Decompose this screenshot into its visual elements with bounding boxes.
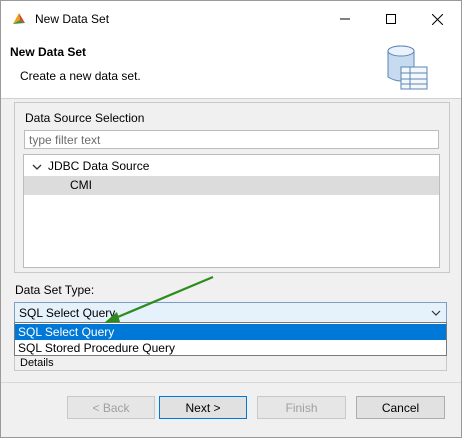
data-set-type-select[interactable]: SQL Select Query	[14, 302, 447, 323]
title-bar: New Data Set	[1, 1, 461, 37]
back-button[interactable]: < Back	[67, 396, 155, 419]
banner-title: New Data Set	[10, 45, 87, 59]
tree-item-cmi[interactable]: CMI	[24, 176, 439, 195]
close-button[interactable]	[414, 1, 460, 37]
chevron-down-icon	[431, 310, 441, 316]
details-label: Details	[20, 357, 54, 369]
maximize-icon	[386, 14, 396, 24]
next-button[interactable]: Next >	[159, 396, 247, 419]
banner-description: Create a new data set.	[20, 69, 141, 83]
minimize-button[interactable]	[322, 1, 368, 37]
tree-item-label: JDBC Data Source	[48, 159, 150, 173]
tree-item-jdbc-data-source[interactable]: JDBC Data Source	[24, 157, 439, 176]
window-title: New Data Set	[35, 12, 110, 26]
chevron-down-icon[interactable]	[32, 162, 42, 172]
cancel-button[interactable]: Cancel	[356, 396, 445, 419]
new-data-set-dialog: New Data Set New Data Set Create a new d…	[0, 0, 462, 438]
data-set-type-value: SQL Select Query	[19, 306, 116, 320]
wizard-banner: New Data Set Create a new data set.	[1, 37, 461, 99]
minimize-icon	[340, 18, 350, 20]
data-set-type-dropdown-list: SQL Select Query SQL Stored Procedure Qu…	[14, 322, 447, 356]
option-sql-select-query[interactable]: SQL Select Query	[15, 324, 446, 340]
close-icon	[431, 13, 443, 25]
details-section	[14, 356, 447, 371]
database-table-icon	[387, 45, 428, 90]
finish-button[interactable]: Finish	[257, 396, 346, 419]
data-set-type-label: Data Set Type:	[15, 283, 95, 297]
app-icon	[13, 13, 25, 24]
filter-input[interactable]	[24, 130, 439, 149]
maximize-button[interactable]	[368, 1, 414, 37]
data-source-tree[interactable]: JDBC Data Source CMI	[23, 154, 440, 268]
footer-separator	[1, 382, 461, 383]
option-sql-stored-procedure-query[interactable]: SQL Stored Procedure Query	[15, 340, 446, 356]
data-source-selection-label: Data Source Selection	[25, 111, 145, 125]
tree-item-label: CMI	[70, 178, 92, 192]
